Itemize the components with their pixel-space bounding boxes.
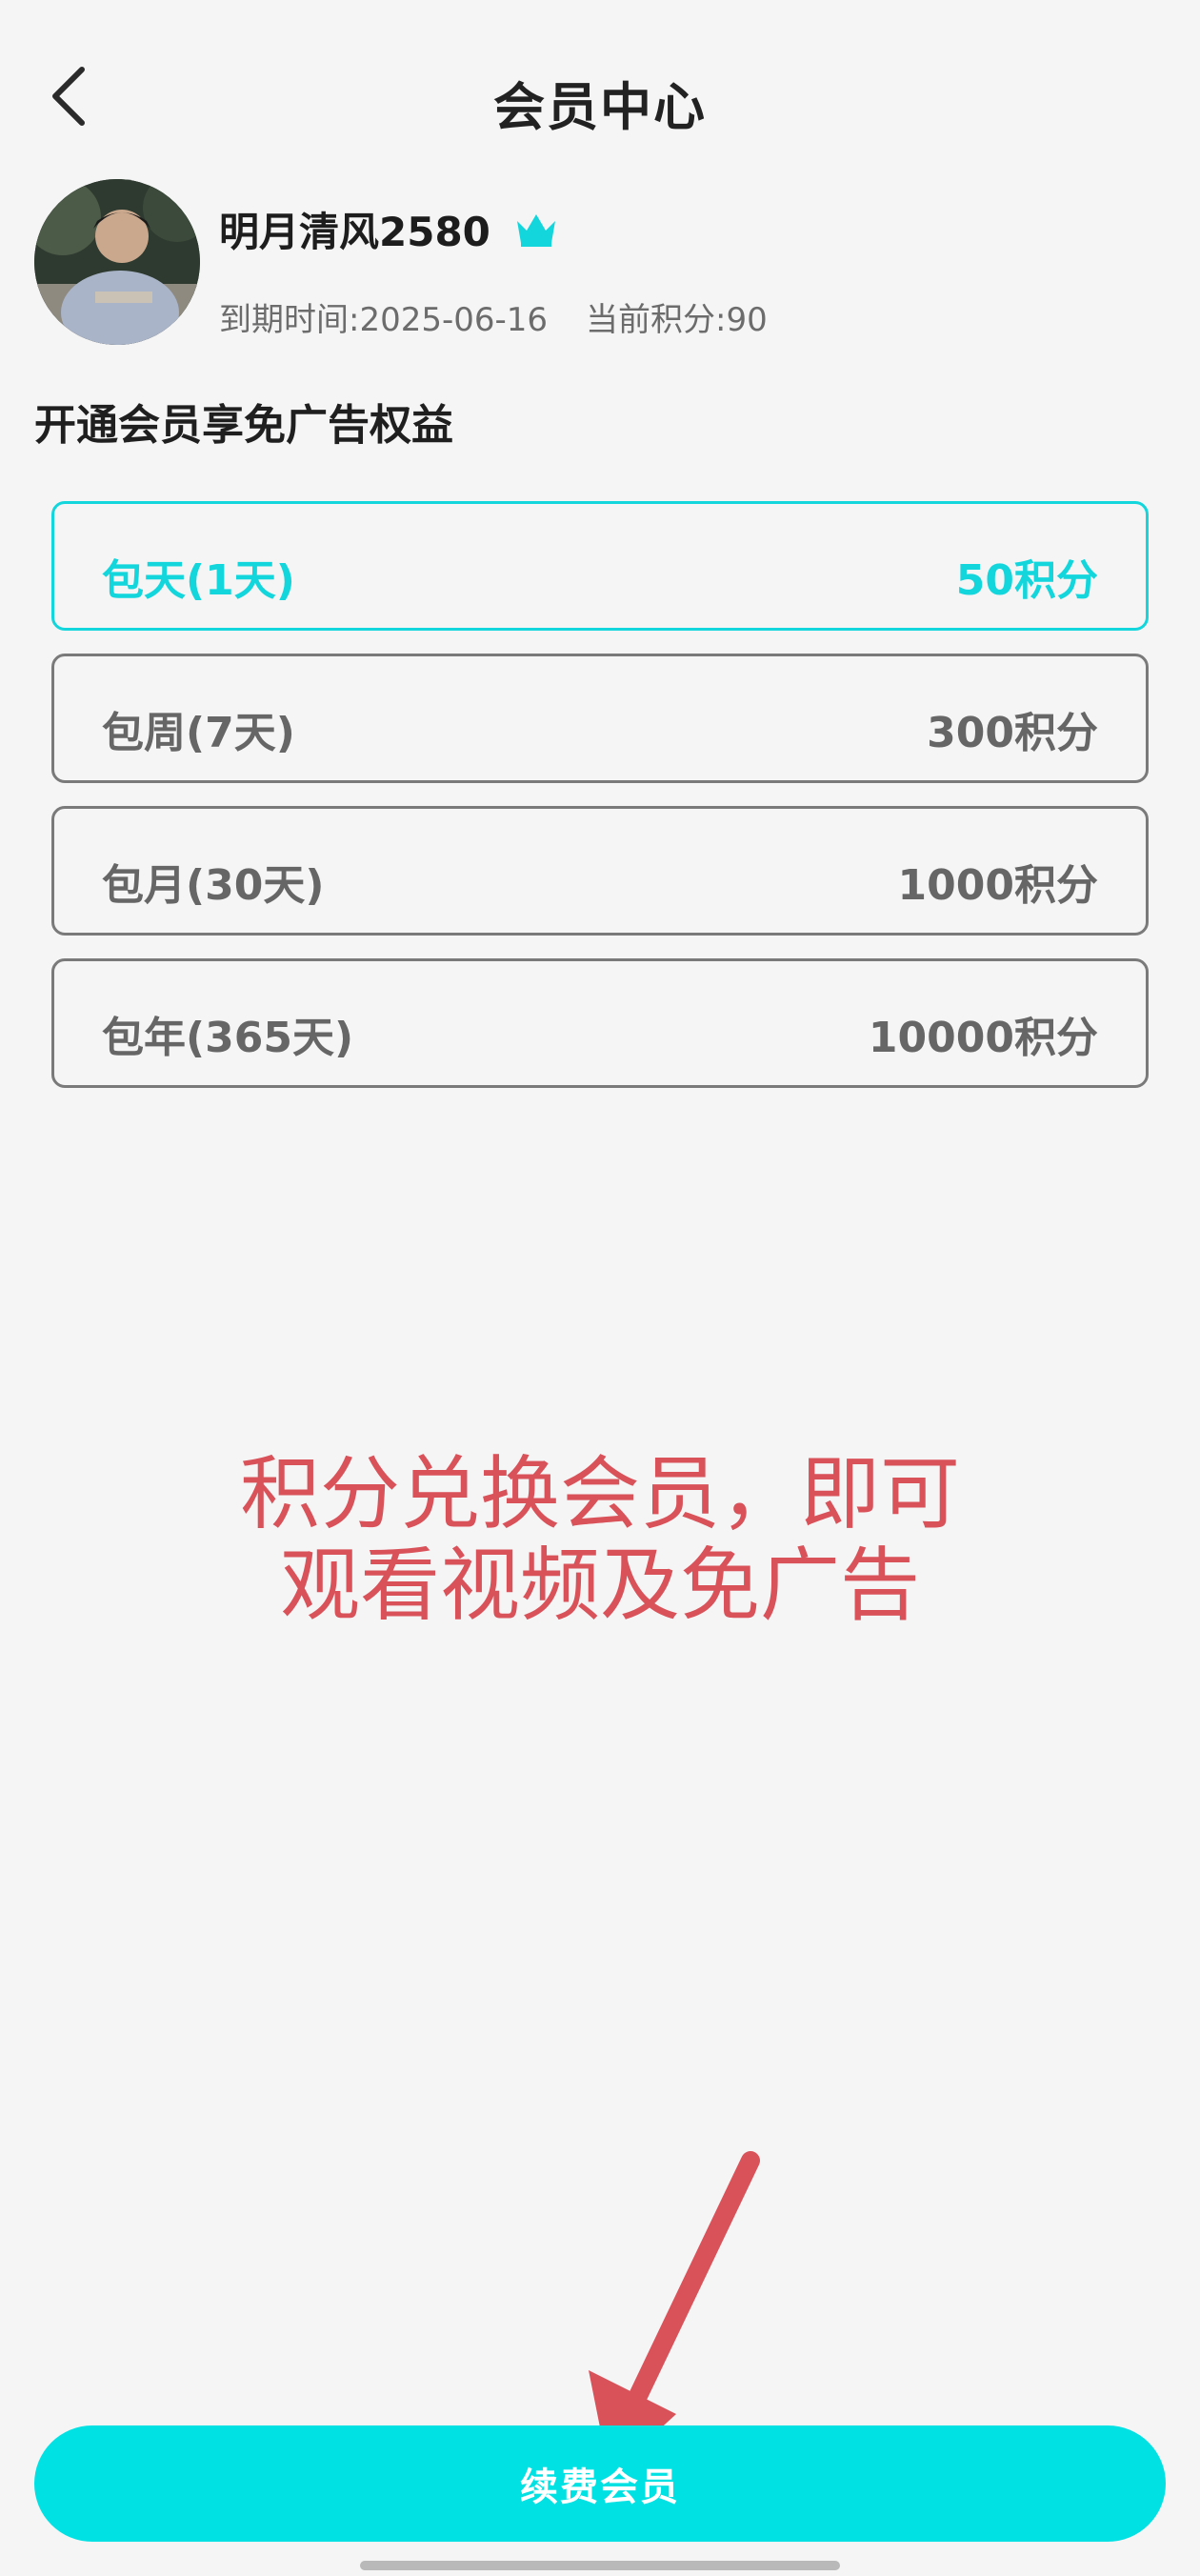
username: 明月清风2580 xyxy=(219,209,490,255)
plan-name: 包天(1天) xyxy=(102,556,295,605)
plan-price: 10000积分 xyxy=(868,1014,1098,1062)
promo-line-2: 观看视频及免广告 xyxy=(279,1539,920,1632)
plan-name: 包周(7天) xyxy=(102,709,295,757)
header: 会员中心 xyxy=(0,0,1200,191)
plan-list: 包天(1天) 50积分 包周(7天) 300积分 包月(30天) 1000积分 … xyxy=(51,501,1149,1111)
plan-price: 300积分 xyxy=(927,709,1098,757)
promo-annotation: 积分兑换会员，即可 观看视频及免广告 xyxy=(0,1448,1200,1631)
expiry-date: 到期时间:2025-06-16 xyxy=(219,301,549,339)
current-points: 当前积分:90 xyxy=(586,301,768,339)
plan-name: 包月(30天) xyxy=(102,861,325,910)
section-title: 开通会员享免广告权益 xyxy=(34,401,453,450)
plan-option-daily[interactable]: 包天(1天) 50积分 xyxy=(51,501,1149,631)
home-indicator xyxy=(360,2561,840,2570)
renew-button-label: 续费会员 xyxy=(520,2465,680,2509)
plan-name: 包年(365天) xyxy=(102,1014,354,1062)
profile-card: 明月清风2580 到期时间:2025-06-16 当前积分:90 xyxy=(34,179,1177,351)
plan-option-yearly[interactable]: 包年(365天) 10000积分 xyxy=(51,958,1149,1088)
plan-option-monthly[interactable]: 包月(30天) 1000积分 xyxy=(51,806,1149,936)
page-title: 会员中心 xyxy=(493,77,707,137)
plan-price: 50积分 xyxy=(955,556,1098,605)
promo-line-1: 积分兑换会员，即可 xyxy=(239,1447,960,1540)
plan-price: 1000积分 xyxy=(897,861,1098,910)
avatar[interactable] xyxy=(34,179,200,345)
plan-option-weekly[interactable]: 包周(7天) 300积分 xyxy=(51,654,1149,783)
membership-meta: 到期时间:2025-06-16 当前积分:90 xyxy=(219,293,768,340)
renew-membership-button[interactable]: 续费会员 xyxy=(34,2425,1166,2542)
crown-icon xyxy=(517,214,555,247)
